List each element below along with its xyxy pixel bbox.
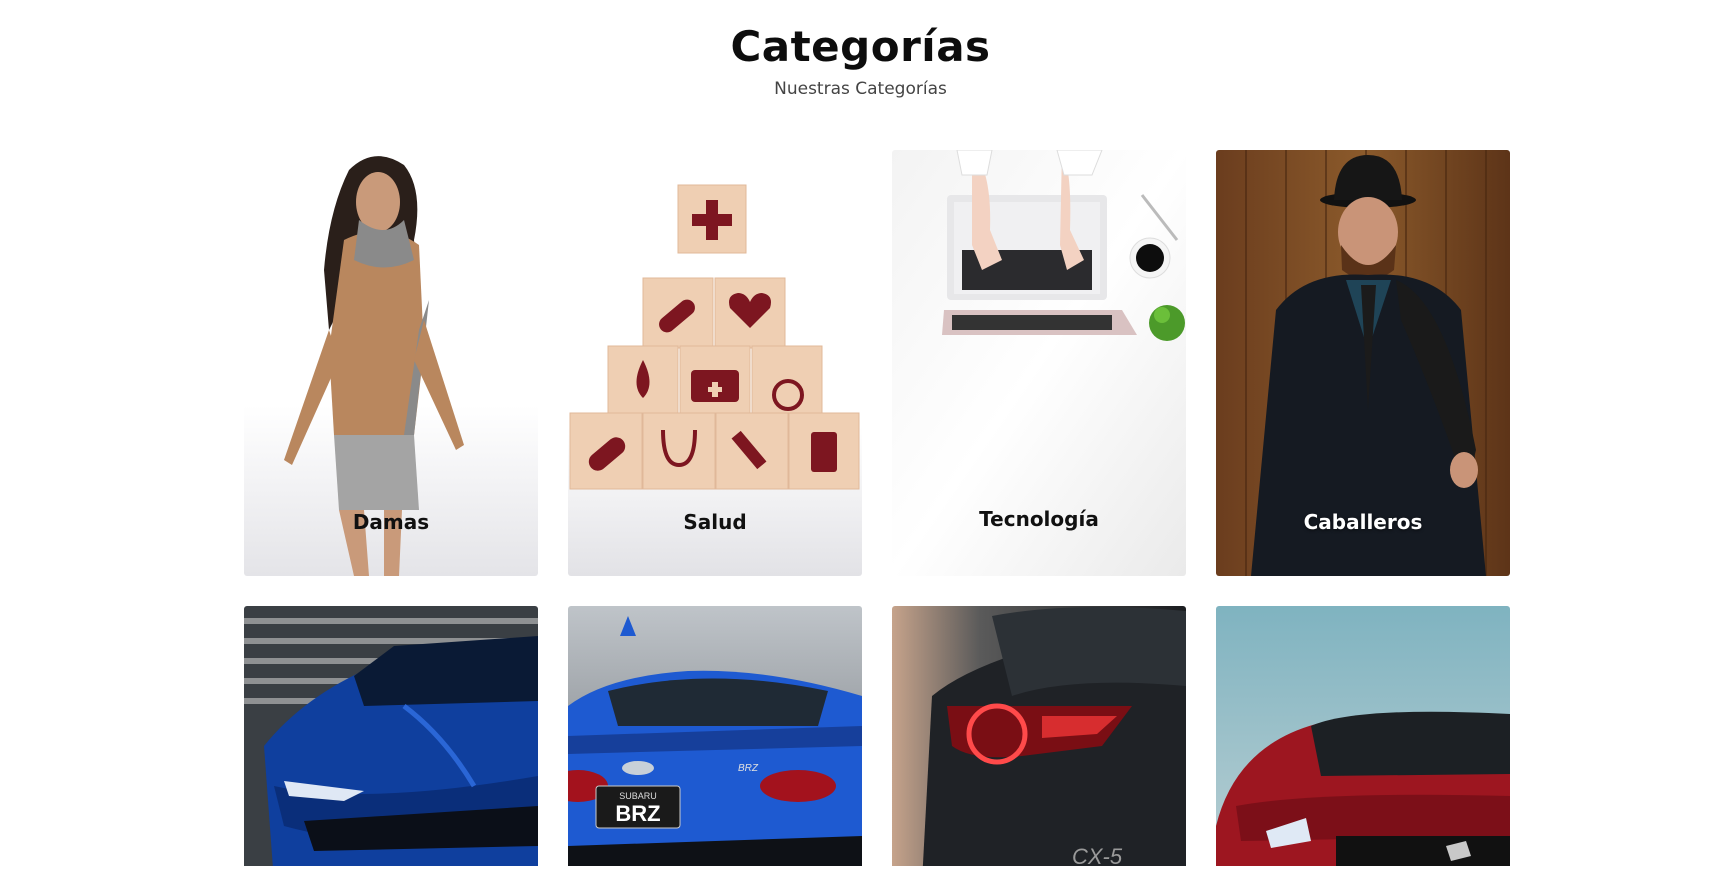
red-mustang-photo: [1216, 606, 1510, 866]
category-label-salud: Salud: [683, 510, 747, 534]
product-card-mazda-cx5[interactable]: CX-5: [892, 606, 1186, 866]
plate-top-text: SUBARU: [619, 791, 657, 801]
page-subtitle: Nuestras Categorías: [774, 79, 947, 99]
category-label-tecnologia: Tecnología: [979, 507, 1099, 531]
page-title: Categorías: [730, 22, 991, 71]
category-label-caballeros: Caballeros: [1303, 510, 1423, 534]
category-card-caballeros[interactable]: Caballeros: [1216, 150, 1510, 576]
category-label-damas: Damas: [352, 510, 430, 534]
mazda-taillight-photo: CX-5: [892, 606, 1186, 866]
product-card-red-mustang[interactable]: [1216, 606, 1510, 866]
category-card-salud[interactable]: Salud: [568, 150, 862, 576]
product-card-blue-chevrolet[interactable]: [244, 606, 538, 866]
product-card-subaru-brz[interactable]: SUBARU BRZ BRZ: [568, 606, 862, 866]
category-card-damas[interactable]: Damas: [244, 150, 538, 576]
model-badge: CX-5: [1072, 844, 1123, 866]
blue-camaro-photo: [244, 606, 538, 866]
section-header: Categorías Nuestras Categorías: [0, 22, 1721, 99]
category-card-tecnologia[interactable]: Tecnología: [892, 150, 1186, 576]
blue-brz-photo: SUBARU BRZ BRZ: [568, 606, 862, 866]
model-badge: BRZ: [738, 763, 759, 774]
plate-main-text: BRZ: [615, 801, 660, 826]
